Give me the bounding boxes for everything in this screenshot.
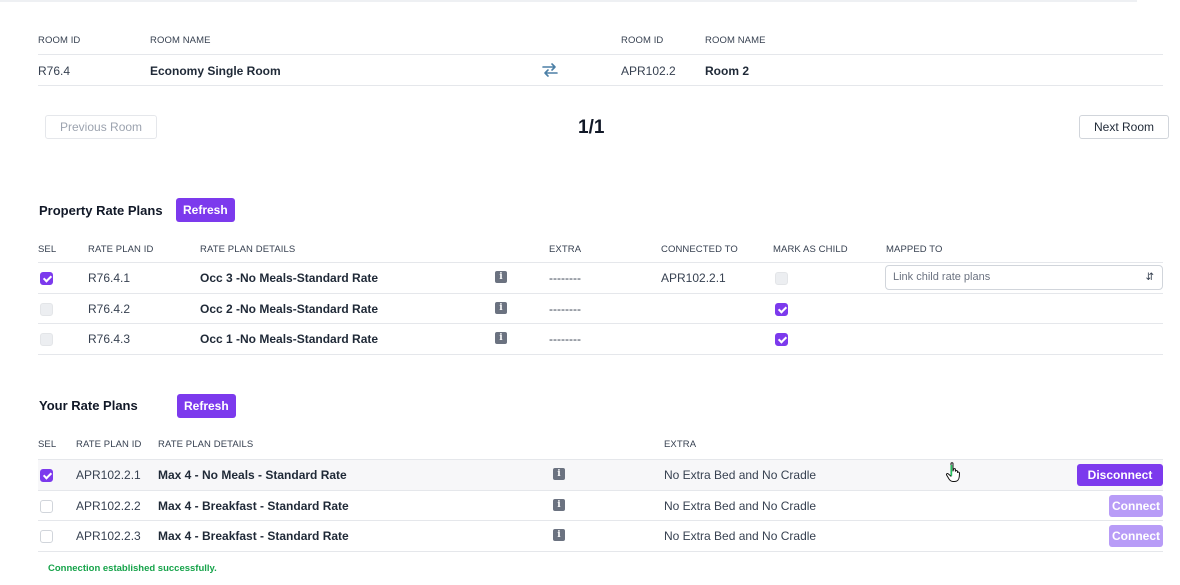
property-refresh-button[interactable]: Refresh xyxy=(176,198,235,222)
header-room-id: ROOM ID xyxy=(621,35,664,46)
info-icon[interactable]: i xyxy=(495,332,507,344)
table-header: SEL RATE PLAN ID RATE PLAN DETAILS EXTRA xyxy=(38,431,1163,460)
table-row: R76.4.3 Occ 1 -No Meals-Standard Rate i … xyxy=(38,324,1163,355)
room-mapping-table: ROOM ID ROOM NAME ROOM ID ROOM NAME R76.… xyxy=(38,30,1163,86)
header-room-name: ROOM NAME xyxy=(150,35,211,46)
header-extra: EXTRA xyxy=(549,244,582,255)
mark-as-child-checkbox[interactable] xyxy=(775,272,788,285)
rate-plan-details: Occ 1 -No Meals-Standard Rate xyxy=(200,332,379,346)
connected-to-value: APR102.2.1 xyxy=(661,271,726,285)
chevron-up-down-icon: ⇵ xyxy=(1145,272,1154,283)
connect-button[interactable]: Connect xyxy=(1109,494,1163,517)
info-icon[interactable]: i xyxy=(495,271,507,283)
disconnect-button[interactable]: Disconnect xyxy=(1077,464,1163,486)
rate-plan-id: APR102.2.1 xyxy=(76,468,141,482)
status-message: Connection established successfully. xyxy=(48,563,217,574)
info-icon[interactable]: i xyxy=(553,468,565,480)
header-rate-plan-id: RATE PLAN ID xyxy=(76,439,142,450)
your-rate-plans-title: Your Rate Plans xyxy=(39,398,138,413)
select-checkbox[interactable] xyxy=(40,272,53,285)
swap-arrows-icon[interactable] xyxy=(541,62,559,78)
info-icon[interactable]: i xyxy=(553,498,565,511)
property-room-id: R76.4 xyxy=(38,64,71,78)
mapped-to-select[interactable]: Link child rate plans ⇵ xyxy=(885,265,1163,290)
connect-button[interactable]: Connect xyxy=(1109,525,1163,547)
select-checkbox[interactable] xyxy=(40,302,53,316)
extra-value: No Extra Bed and No Cradle xyxy=(664,468,817,482)
header-extra: EXTRA xyxy=(664,439,697,450)
table-row: APR102.2.1 Max 4 - No Meals - Standard R… xyxy=(38,460,1163,491)
extra-value: No Extra Bed and No Cradle xyxy=(664,529,817,543)
your-room-name: Room 2 xyxy=(705,64,750,78)
extra-value: -------- xyxy=(549,301,581,316)
rate-plan-details: Max 4 - Breakfast - Standard Rate xyxy=(158,498,349,513)
select-checkbox[interactable] xyxy=(40,469,53,482)
previous-room-button[interactable]: Previous Room xyxy=(45,115,158,139)
extra-value: -------- xyxy=(549,332,581,346)
header-connected-to: CONNECTED TO xyxy=(661,244,738,255)
header-room-name: ROOM NAME xyxy=(705,35,766,46)
info-icon[interactable]: i xyxy=(553,529,565,541)
rate-plan-id: APR102.2.2 xyxy=(76,498,141,513)
rate-plan-details: Occ 3 -No Meals-Standard Rate xyxy=(200,271,379,285)
property-rate-plans-table: SEL RATE PLAN ID RATE PLAN DETAILS EXTRA… xyxy=(38,236,1163,355)
hand-pointer-icon xyxy=(945,462,960,482)
your-rate-plans-table: SEL RATE PLAN ID RATE PLAN DETAILS EXTRA… xyxy=(38,431,1163,552)
rate-plan-details: Max 4 - No Meals - Standard Rate xyxy=(158,468,347,482)
header-mark-as-child: MARK AS CHILD xyxy=(773,244,848,255)
table-row: R76.4.1 Occ 3 -No Meals-Standard Rate i … xyxy=(38,263,1163,294)
header-sel: SEL xyxy=(38,244,57,255)
header-rate-plan-details: RATE PLAN DETAILS xyxy=(200,244,296,255)
property-rate-plans-title: Property Rate Plans xyxy=(39,203,163,218)
mapped-to-placeholder: Link child rate plans xyxy=(893,271,991,283)
next-room-button[interactable]: Next Room xyxy=(1079,115,1170,139)
table-row: APR102.2.3 Max 4 - Breakfast - Standard … xyxy=(38,521,1163,552)
property-room-name: Economy Single Room xyxy=(150,64,281,78)
top-divider xyxy=(0,0,1137,2)
rate-plan-id: R76.4.3 xyxy=(88,332,131,346)
info-icon[interactable]: i xyxy=(495,301,507,314)
header-mapped-to: MAPPED TO xyxy=(886,244,943,255)
header-rate-plan-id: RATE PLAN ID xyxy=(88,244,154,255)
rate-plan-details: Occ 2 -No Meals-Standard Rate xyxy=(200,301,379,316)
extra-value: -------- xyxy=(549,271,581,285)
select-checkbox[interactable] xyxy=(40,499,53,513)
header-room-id: ROOM ID xyxy=(38,35,81,46)
header-rate-plan-details: RATE PLAN DETAILS xyxy=(158,439,254,450)
table-row: R76.4.2 Occ 2 -No Meals-Standard Rate i … xyxy=(38,294,1163,324)
your-room-id: APR102.2 xyxy=(621,64,676,78)
table-header: SEL RATE PLAN ID RATE PLAN DETAILS EXTRA… xyxy=(38,236,1163,263)
mark-as-child-checkbox[interactable] xyxy=(775,302,788,316)
select-checkbox[interactable] xyxy=(40,333,53,346)
room-table-header: ROOM ID ROOM NAME ROOM ID ROOM NAME xyxy=(38,30,1163,55)
header-sel: SEL xyxy=(38,439,57,450)
select-checkbox[interactable] xyxy=(40,530,53,543)
rate-plan-id: R76.4.2 xyxy=(88,301,131,316)
rate-plan-details: Max 4 - Breakfast - Standard Rate xyxy=(158,529,349,543)
rate-plan-id: APR102.2.3 xyxy=(76,529,141,543)
extra-value: No Extra Bed and No Cradle xyxy=(664,498,817,513)
rate-plan-id: R76.4.1 xyxy=(88,271,131,285)
mark-as-child-checkbox[interactable] xyxy=(775,333,788,346)
room-pager: 1/1 xyxy=(578,117,605,138)
room-mapping-row: R76.4 Economy Single Room APR102.2 Room … xyxy=(38,55,1163,86)
your-refresh-button[interactable]: Refresh xyxy=(177,394,236,418)
table-row: APR102.2.2 Max 4 - Breakfast - Standard … xyxy=(38,491,1163,521)
